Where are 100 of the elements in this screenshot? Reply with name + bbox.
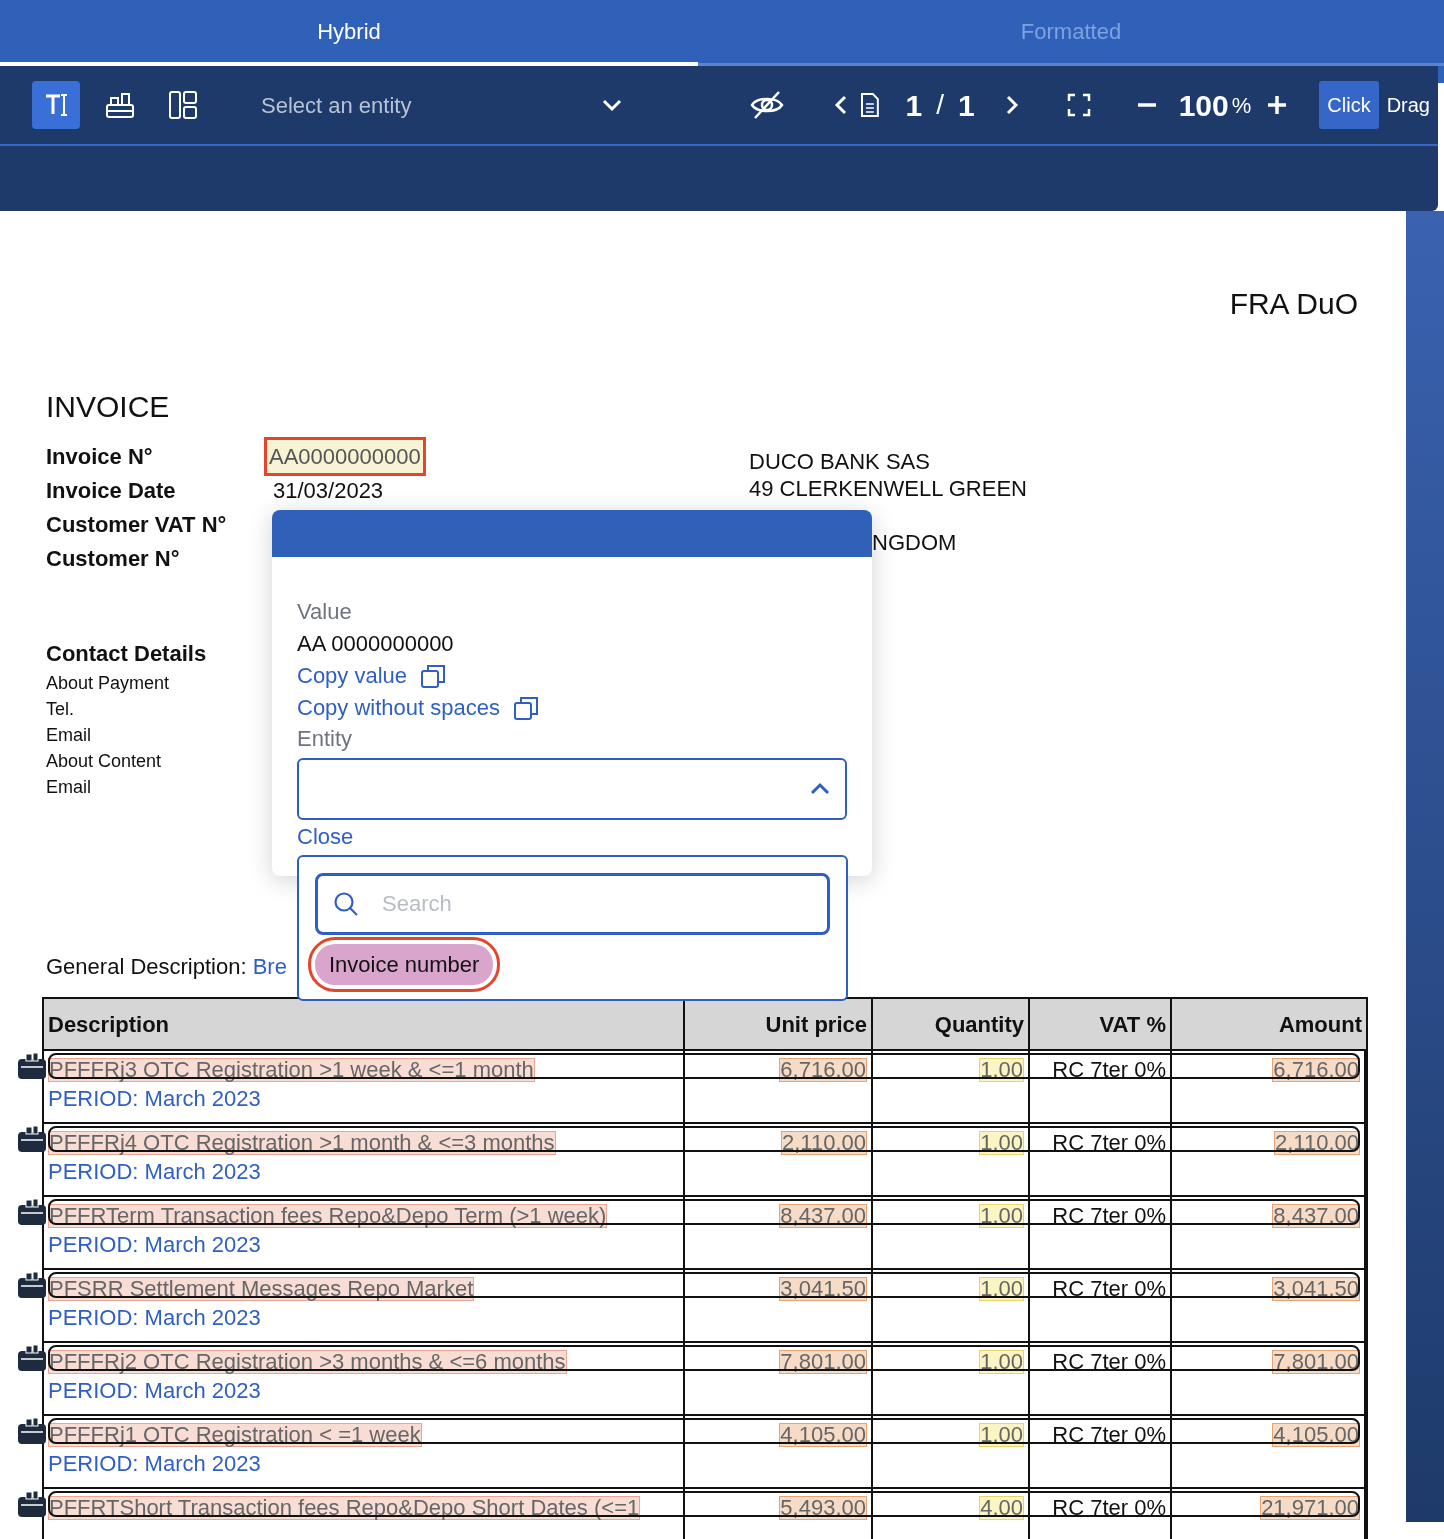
document-icon [859, 92, 880, 118]
table-cell: 21,971.00 [1260, 1496, 1360, 1520]
table-cell: PFFFRj4 OTC Registration >1 month & <=3 months [48, 1131, 556, 1155]
table-cell: RC 7ter 0% [1052, 1495, 1166, 1520]
blocks-icon[interactable] [18, 1491, 46, 1517]
chevron-left-icon [833, 94, 848, 116]
search-icon [333, 891, 359, 917]
zoom-in-button[interactable] [1267, 95, 1288, 115]
table-cell: 1.00 [979, 1058, 1024, 1082]
period-text: PERIOD: March 2023 [48, 1378, 261, 1403]
table-cell: 1.00 [979, 1350, 1024, 1374]
table-cell: RC 7ter 0% [1052, 1130, 1166, 1155]
zoom-out-button[interactable] [1136, 103, 1157, 107]
contact-label: Tel. [46, 699, 74, 719]
blocks-icon[interactable] [18, 1199, 46, 1225]
table-cell: 4,105.00 [779, 1423, 867, 1447]
entity-dropdown[interactable] [297, 758, 847, 820]
blocks-icon[interactable] [18, 1272, 46, 1298]
zoom-level: 100 [1178, 87, 1229, 124]
mode-button[interactable]: Drag [1378, 81, 1438, 129]
field-label: Customer VAT N° [46, 510, 228, 539]
table-cell: 5,493.00 [779, 1496, 867, 1520]
table-cell: 4.00 [979, 1496, 1024, 1520]
blocks-icon[interactable] [18, 1418, 46, 1444]
fullscreen-icon [1066, 93, 1091, 117]
address-line: DUCO BANK SAS [749, 449, 930, 474]
contact-title: Contact Details [46, 641, 207, 666]
period-text: PERIOD: March 2023 [48, 1086, 261, 1111]
table-cell: 6,716.00 [779, 1058, 867, 1082]
layout-icon [168, 90, 199, 120]
plus-icon [1267, 95, 1288, 115]
previous-page-button[interactable] [833, 94, 848, 116]
table-cell: RC 7ter 0% [1052, 1276, 1166, 1301]
value-text: AA 0000000000 [297, 631, 454, 656]
contact-label: Email [46, 725, 91, 745]
blocks-icon[interactable] [18, 1345, 46, 1371]
description-label: General Description: [46, 954, 247, 979]
page-separator: / [936, 88, 944, 122]
table-cell: 4,105.00 [1272, 1423, 1360, 1447]
copy-link[interactable]: Copy value [297, 660, 446, 692]
blocks-icon [104, 91, 135, 119]
table-cell: PFFRTerm Transaction fees Repo&Depo Term (>1 week) [48, 1204, 608, 1228]
field-label: Invoice N° [46, 442, 154, 471]
fullscreen-button[interactable] [1066, 93, 1091, 117]
period-text: PERIOD: March 2023 [48, 1305, 261, 1330]
copy-icon [514, 696, 538, 720]
table-cell: 2,110.00 [1274, 1131, 1360, 1155]
table-cell: 1.00 [979, 1277, 1024, 1301]
period-text: PERIOD: March 2023 [48, 1159, 261, 1184]
table-cell: 2,110.00 [781, 1131, 867, 1155]
description-value: Bre [252, 954, 287, 979]
contact-label: About Payment [46, 673, 170, 693]
next-page-button[interactable] [1004, 94, 1019, 116]
contact-label: Email [46, 777, 91, 797]
table-cell: 3,041.50 [779, 1277, 867, 1301]
table-cell: 8,437.00 [779, 1204, 867, 1228]
table-cell: 7,801.00 [1272, 1350, 1360, 1374]
table-cell: 3,041.50 [1272, 1277, 1360, 1301]
zoom-unit: % [1231, 91, 1252, 120]
page-total: 1 [958, 87, 975, 124]
table-cell: PFFFRj3 OTC Registration >1 week & <=1 month [48, 1058, 535, 1082]
address-line: 49 CLERKENWELL GREEN [749, 476, 1027, 501]
blocks-icon[interactable] [18, 1126, 46, 1152]
field-value[interactable]: AA0000000000 [264, 436, 426, 476]
contact-label: About Content [46, 751, 162, 771]
text-tool-tool-button[interactable] [32, 81, 80, 129]
mode-button[interactable]: Click [1319, 81, 1379, 129]
field-label: Invoice Date [46, 476, 177, 505]
entity-select[interactable]: Select an entity [261, 88, 623, 122]
table-cell: PFFFRj1 OTC Registration < =1 week [48, 1423, 422, 1447]
column-header: VAT % [1030, 999, 1172, 1049]
chevron-down-icon [600, 98, 623, 112]
copy-icon [421, 664, 446, 688]
table-cell: RC 7ter 0% [1052, 1203, 1166, 1228]
search-field[interactable]: Search [315, 873, 830, 935]
invoice-title: INVOICE [46, 389, 171, 425]
column-header: Amount [1277, 1010, 1363, 1039]
table-cell: PFFFRj2 OTC Registration >3 months & <=6 months [48, 1350, 567, 1374]
close-link[interactable]: Close [297, 824, 354, 849]
table-cell: 1.00 [979, 1131, 1024, 1155]
table-cell: 1.00 [979, 1204, 1024, 1228]
table-cell: 7,801.00 [779, 1350, 867, 1374]
copy-link[interactable]: Copy without spaces [297, 692, 538, 724]
period-text: PERIOD: March 2023 [48, 1451, 261, 1476]
chevron-right-icon [1004, 94, 1019, 116]
table-cell: 6,716.00 [1272, 1058, 1360, 1082]
address-line: NGDOM [872, 530, 957, 555]
field-label: Customer N° [46, 544, 181, 573]
table-cell: PFSRR Settlement Messages Repo Market [48, 1277, 475, 1301]
eye-slash-icon [749, 90, 784, 120]
field-value: 31/03/2023 [273, 476, 384, 505]
minus-icon [1136, 103, 1157, 107]
table-cell: RC 7ter 0% [1052, 1349, 1166, 1374]
visibility-toggle[interactable] [749, 90, 784, 120]
period-text: PERIOD: March 2023 [48, 1232, 261, 1257]
entity-label: Entity [297, 725, 354, 753]
blocks-icon[interactable] [18, 1053, 46, 1079]
page-number: 1 [905, 87, 923, 124]
table-cell: RC 7ter 0% [1052, 1057, 1166, 1082]
value-label: Value [297, 598, 353, 626]
